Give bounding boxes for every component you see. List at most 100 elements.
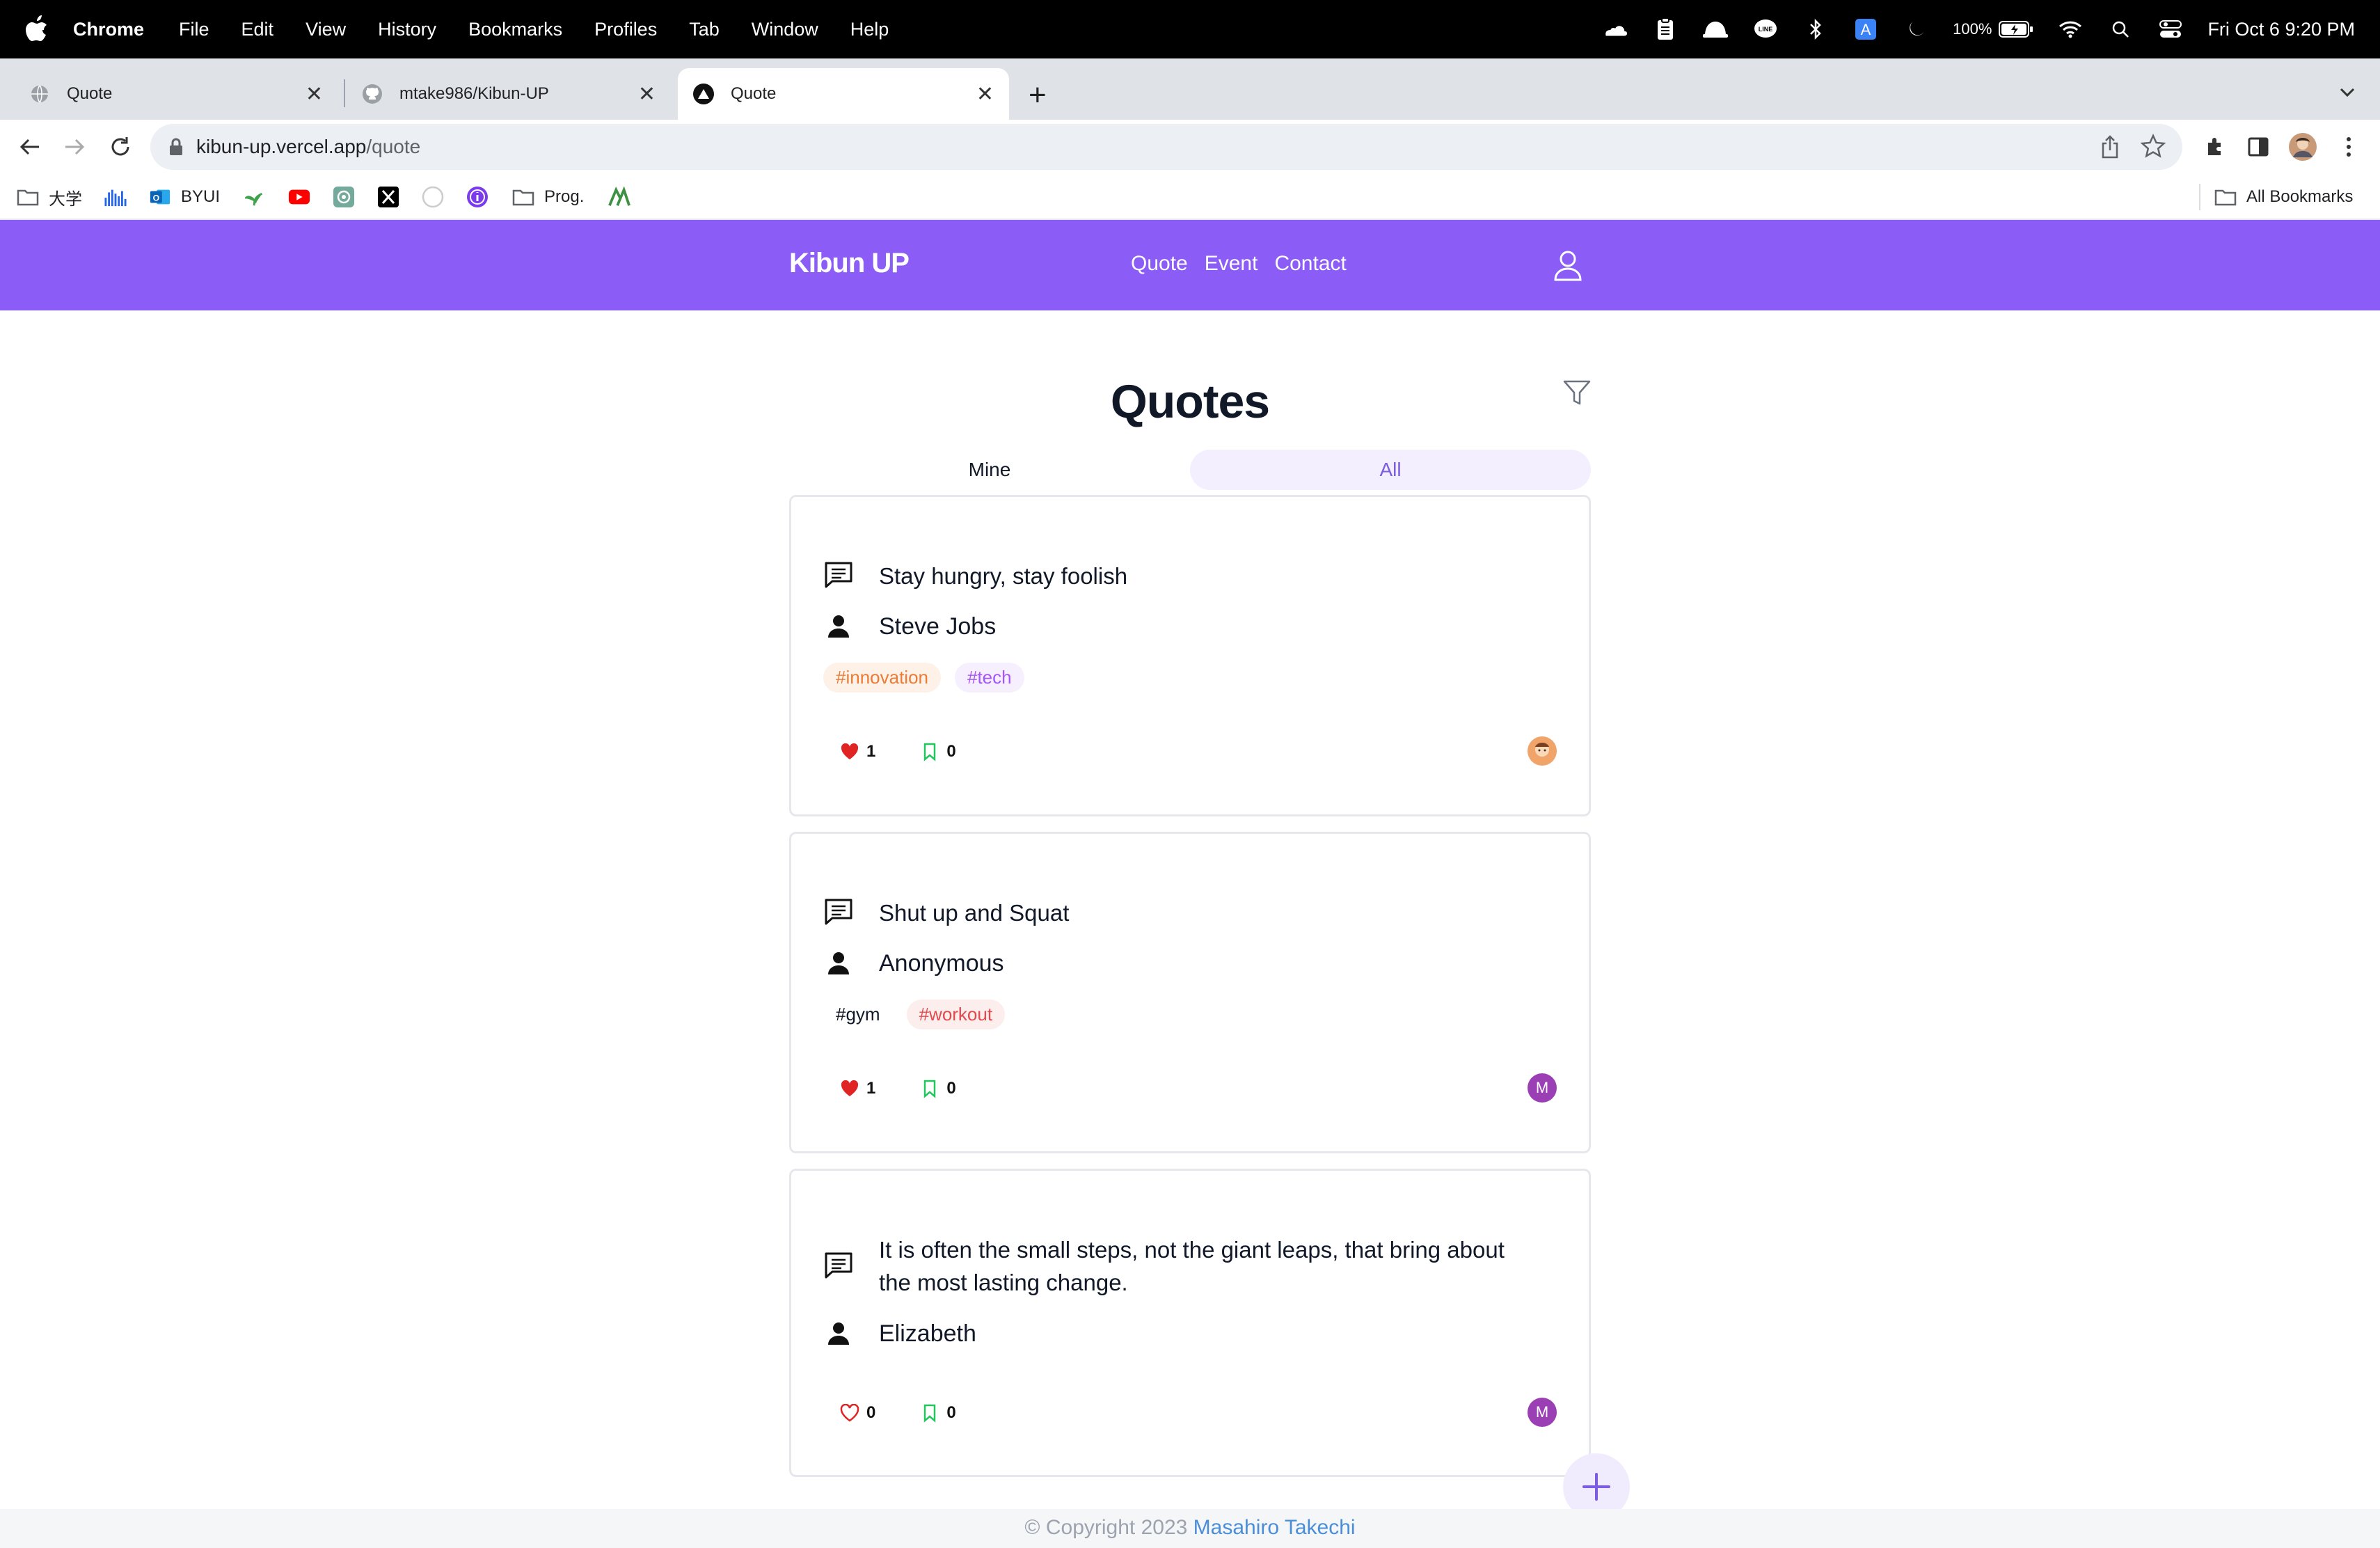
like-count: 0	[866, 1403, 876, 1422]
user-profile-icon[interactable]	[1552, 249, 1584, 281]
address-bar[interactable]: kibun-up.vercel.app/quote	[150, 124, 2182, 170]
reload-icon[interactable]	[106, 132, 135, 161]
menubar-app-name[interactable]: Chrome	[73, 19, 144, 40]
owner-avatar[interactable]: M	[1528, 1073, 1557, 1103]
quote-card: It is often the small steps, not the gia…	[789, 1169, 1591, 1477]
focus-moon-icon[interactable]	[1903, 16, 1929, 42]
menubar-edit[interactable]: Edit	[241, 19, 274, 40]
battery-status[interactable]: 100%	[1953, 20, 2033, 38]
quote-row: It is often the small steps, not the gia…	[823, 1233, 1519, 1299]
github-icon	[362, 84, 383, 104]
tab-all[interactable]: All	[1190, 450, 1591, 490]
hat-app-icon[interactable]	[1702, 16, 1729, 42]
close-tab-icon[interactable]: ✕	[976, 82, 994, 106]
bluetooth-icon[interactable]	[1802, 16, 1829, 42]
bookmark-chart-site[interactable]	[104, 184, 136, 210]
brand-logo[interactable]: Kibun UP	[789, 248, 910, 279]
bookmark-label: Prog.	[544, 187, 585, 206]
tag-chip[interactable]: #workout	[906, 1000, 1006, 1029]
line-app-icon[interactable]: LINE	[1752, 16, 1779, 42]
spotlight-search-icon[interactable]	[2107, 16, 2134, 42]
lock-icon[interactable]	[168, 138, 184, 156]
menubar-help[interactable]: Help	[850, 19, 889, 40]
more-menu-icon[interactable]	[2334, 132, 2363, 161]
tag-chip[interactable]: #innovation	[823, 663, 941, 693]
quote-row: Stay hungry, stay foolish	[823, 560, 1519, 592]
menubar-history[interactable]: History	[378, 19, 436, 40]
like-button[interactable]: 0	[840, 1403, 875, 1423]
like-button[interactable]: 1	[840, 1079, 875, 1098]
apple-logo-icon[interactable]	[25, 15, 49, 43]
page-title: Quotes	[1110, 375, 1270, 428]
bookmark-x[interactable]	[377, 184, 409, 210]
outlook-icon: O	[149, 186, 171, 208]
browser-tab-3-active[interactable]: Quote ✕	[678, 68, 1009, 120]
filter-funnel-icon[interactable]	[1562, 377, 1592, 408]
menubar-clock[interactable]: Fri Oct 6 9:20 PM	[2207, 19, 2355, 40]
tab-title: mtake986/Kibun-UP	[399, 84, 549, 103]
owner-avatar[interactable]: M	[1528, 1398, 1557, 1427]
forward-arrow-icon[interactable]	[60, 132, 89, 161]
menubar-tab[interactable]: Tab	[689, 19, 720, 40]
input-source-icon[interactable]: A	[1853, 16, 1879, 42]
bookmark-folder-prog[interactable]: Prog.	[512, 184, 584, 210]
share-icon[interactable]	[2100, 135, 2120, 159]
bookmark-purple-site[interactable]	[466, 184, 498, 210]
menubar-window[interactable]: Window	[752, 19, 818, 40]
bookmark-icon	[920, 1403, 939, 1423]
tag-chip[interactable]: #tech	[955, 663, 1024, 693]
main-nav: Quote Event Contact	[1131, 252, 1347, 276]
bookmark-folder-daigaku[interactable]: 大学	[17, 184, 82, 210]
browser-tab-1[interactable]: Quote ✕	[14, 68, 338, 120]
side-panel-icon[interactable]	[2244, 132, 2273, 161]
all-bookmarks-label: All Bookmarks	[2246, 187, 2354, 206]
all-bookmarks-button[interactable]: All Bookmarks	[2214, 184, 2353, 210]
new-tab-plus-icon[interactable]: +	[1029, 78, 1047, 113]
nav-event-link[interactable]: Event	[1205, 252, 1258, 276]
bookmark-youtube[interactable]	[288, 184, 320, 210]
bookmark-icon	[920, 1079, 939, 1098]
control-center-icon[interactable]	[2157, 16, 2184, 42]
nav-contact-link[interactable]: Contact	[1274, 252, 1346, 276]
wifi-icon[interactable]	[2057, 16, 2084, 42]
back-arrow-icon[interactable]	[15, 132, 45, 161]
close-tab-icon[interactable]: ✕	[306, 82, 323, 106]
tab-title: Quote	[731, 84, 777, 103]
clipboard-icon[interactable]	[1652, 16, 1679, 42]
like-button[interactable]: 1	[840, 742, 875, 761]
cloud-app-icon[interactable]	[1602, 16, 1628, 42]
bookmark-sprout-site[interactable]	[245, 184, 277, 210]
menubar-file[interactable]: File	[179, 19, 209, 40]
plus-icon	[1582, 1473, 1610, 1501]
svg-text:A: A	[1861, 21, 1871, 38]
bookmark-button[interactable]: 0	[920, 1079, 956, 1098]
bookmark-button[interactable]: 0	[920, 742, 956, 761]
extensions-puzzle-icon[interactable]	[2200, 132, 2230, 161]
chatgpt-icon	[333, 186, 355, 208]
owner-avatar[interactable]	[1528, 736, 1557, 766]
bookmark-green-site[interactable]	[608, 184, 640, 210]
person-icon	[823, 611, 854, 642]
bookmark-github[interactable]	[422, 184, 454, 210]
nav-quote-link[interactable]: Quote	[1131, 252, 1188, 276]
author-row: Anonymous	[823, 948, 1004, 979]
url-text[interactable]: kibun-up.vercel.app/quote	[196, 136, 420, 158]
tab-title: Quote	[67, 84, 113, 103]
bookmark-byui[interactable]: O BYUI	[149, 184, 220, 210]
close-tab-icon[interactable]: ✕	[638, 82, 656, 106]
bookmark-divider	[2199, 184, 2200, 210]
menubar-view[interactable]: View	[306, 19, 346, 40]
bookmark-button[interactable]: 0	[920, 1403, 956, 1423]
tab-search-chevron-icon[interactable]	[2338, 84, 2356, 102]
bookmark-star-icon[interactable]	[2141, 134, 2166, 159]
person-icon	[823, 948, 854, 979]
menubar-bookmarks[interactable]: Bookmarks	[468, 19, 562, 40]
menubar-profiles[interactable]: Profiles	[594, 19, 657, 40]
footer-author-link[interactable]: Masahiro Takechi	[1193, 1516, 1356, 1539]
bookmark-count: 0	[946, 1079, 956, 1098]
tag-chip[interactable]: #gym	[823, 1000, 893, 1029]
profile-avatar[interactable]	[2288, 132, 2317, 161]
browser-tab-2[interactable]: mtake986/Kibun-UP ✕	[347, 68, 671, 120]
tab-mine[interactable]: Mine	[789, 450, 1190, 490]
bookmark-chatgpt[interactable]	[333, 184, 365, 210]
